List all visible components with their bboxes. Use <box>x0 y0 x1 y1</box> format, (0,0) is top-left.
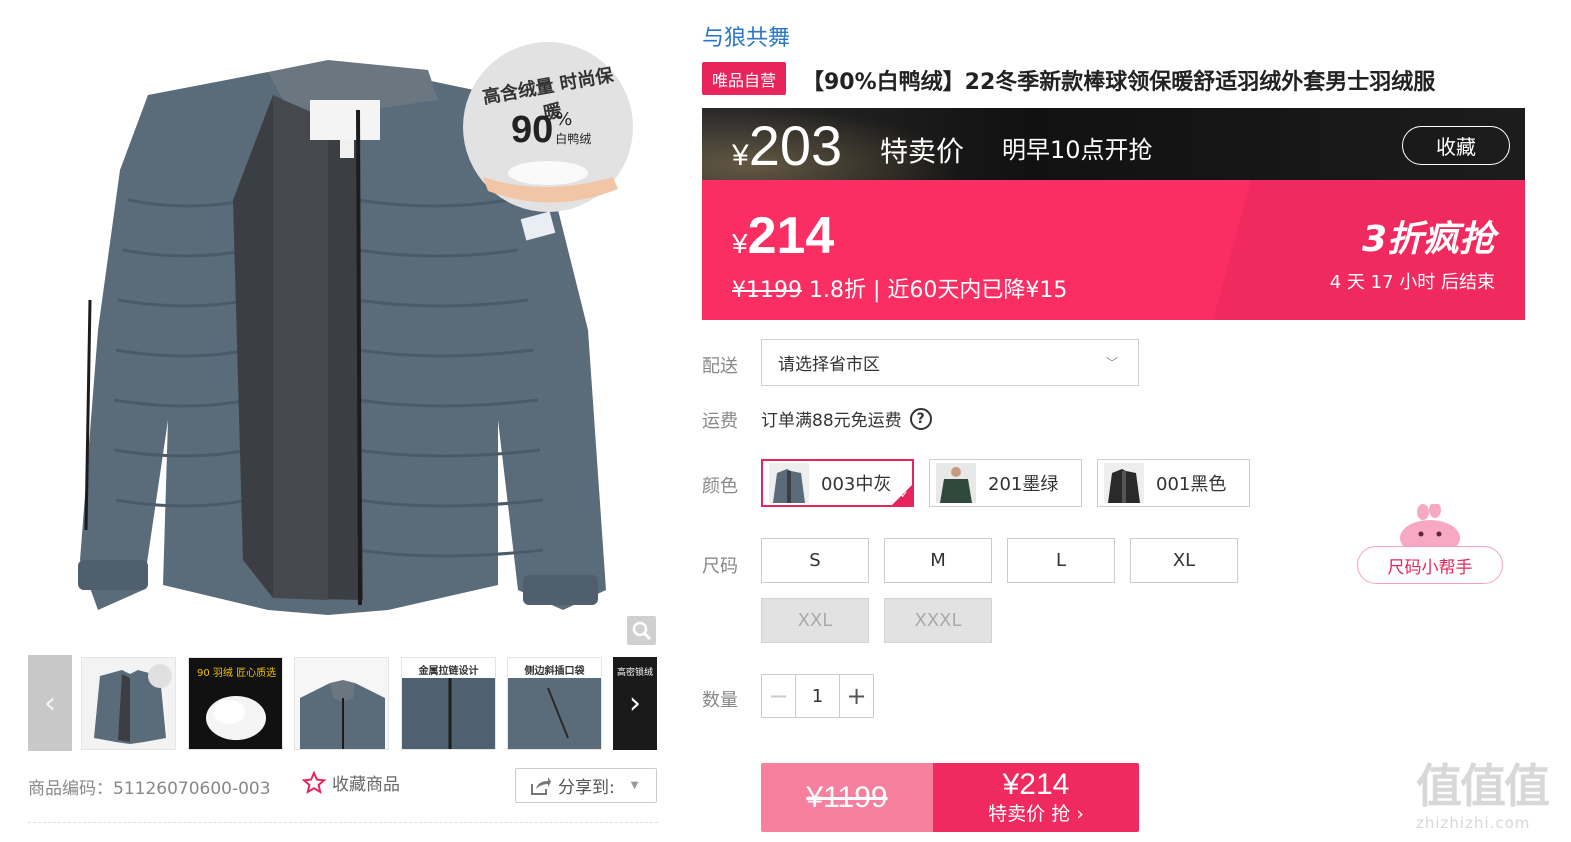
color-option-label: 003中灰 <box>821 474 892 495</box>
collect-button[interactable]: 收藏 <box>1402 126 1510 165</box>
zipper-image <box>402 678 495 749</box>
main-product-image[interactable]: 高含绒量 时尚保暖 90 % 白鸭绒 <box>28 0 658 650</box>
buy-now-button[interactable]: ¥214 特卖价 抢 › <box>933 763 1139 832</box>
thumbnail-strip: ‹ 90 羽绒 匠心质选 金属拉链设计 侧边斜插口袋 高密锁绒 › <box>28 655 658 751</box>
size-option-s[interactable]: S <box>761 538 869 583</box>
product-title: 【90%白鸭绒】22冬季新款棒球领保暖舒适羽绒外套男士羽绒服 <box>802 70 1436 95</box>
size-option-xxl: XXL <box>761 598 869 643</box>
quantity-label: 数量 <box>702 690 738 711</box>
product-gallery: 高含绒量 时尚保暖 90 % 白鸭绒 ‹ 90 羽绒 匠心质选 金属拉链设计 侧… <box>28 0 658 842</box>
sale-price-bar: ¥214 ¥1199 1.8折 | 近60天内已降¥15 3折疯抢 4 天 17… <box>702 180 1525 320</box>
currency-symbol: ¥ <box>732 228 748 259</box>
size-helper[interactable]: 尺码小帮手 <box>1357 504 1503 584</box>
presale-price-value: 203 <box>748 114 843 177</box>
thumbnail-prev-button[interactable]: ‹ <box>28 655 72 751</box>
sale-price-value: 214 <box>747 207 835 265</box>
thumbnail-5[interactable]: 侧边斜插口袋 <box>507 657 602 750</box>
color-label: 颜色 <box>702 476 738 497</box>
badge-percent: 90 <box>511 109 554 151</box>
color-option-label: 001黑色 <box>1156 474 1227 495</box>
site-watermark: 值值值 zhizhizhi.com <box>1416 758 1566 838</box>
buy-button[interactable]: ¥1199 ¥214 特卖价 抢 › <box>761 763 1139 832</box>
badge-percent-sign: % <box>555 109 573 130</box>
size-option-m[interactable]: M <box>884 538 992 583</box>
presale-price: ¥203 <box>732 116 842 180</box>
shipping-fee-text: 订单满88元免运费 <box>761 411 902 431</box>
selected-check-icon <box>891 484 913 506</box>
flash-sale-label: 3折疯抢 <box>1361 219 1495 260</box>
favorite-product-label: 收藏商品 <box>332 775 400 795</box>
price-history-note: | 近60天内已降¥15 <box>873 278 1068 303</box>
discount-rate: 1.8折 <box>809 278 866 303</box>
color-option-003[interactable]: 003中灰 <box>761 459 914 507</box>
badge-material: 白鸭绒 <box>555 132 592 146</box>
color-swatch-image <box>1104 463 1144 503</box>
thumbnail-caption: 侧边斜插口袋 <box>524 666 585 677</box>
quantity-decrement-button[interactable]: − <box>762 675 796 717</box>
fee-label: 运费 <box>702 411 738 432</box>
presale-start-time: 明早10点开抢 <box>1002 136 1153 164</box>
thumbnail-jacket-image <box>82 658 175 749</box>
feature-badge: 高含绒量 时尚保暖 90 % 白鸭绒 <box>463 42 633 212</box>
thumbnail-3[interactable] <box>294 657 389 750</box>
share-label: 分享到: <box>558 778 615 798</box>
star-icon <box>302 770 326 794</box>
watermark-url: zhizhizhi.com <box>1416 814 1531 832</box>
color-option-201[interactable]: 201墨绿 <box>929 459 1082 507</box>
hand-icon <box>483 161 618 203</box>
quantity-increment-button[interactable]: + <box>839 675 873 717</box>
presale-bar: ¥203 特卖价 明早10点开抢 收藏 <box>702 108 1525 180</box>
shipping-region-select[interactable]: 请选择省市区 ﹀ <box>761 339 1139 386</box>
magnifier-icon <box>632 621 651 640</box>
shipping-region-placeholder: 请选择省市区 <box>778 355 880 375</box>
color-swatch-image <box>769 463 809 503</box>
divider <box>28 822 658 823</box>
buy-action-label: 特卖价 抢 › <box>988 802 1084 825</box>
quantity-stepper: − 1 + <box>761 674 874 718</box>
thumbnail-caption: 高密锁绒 <box>617 668 654 678</box>
chevron-left-icon: ‹ <box>44 685 56 721</box>
vip-self-operated-badge: 唯品自营 <box>702 62 786 95</box>
watermark-logo: 值值值 <box>1416 759 1550 813</box>
currency-symbol: ¥ <box>732 139 749 172</box>
help-icon[interactable]: ? <box>909 407 932 430</box>
quantity-value[interactable]: 1 <box>796 675 839 717</box>
sale-countdown: 4 天 17 小时 后结束 <box>1329 272 1495 293</box>
thumbnail-caption: 金属拉链设计 <box>418 666 479 677</box>
thumbnail-2[interactable]: 90 羽绒 匠心质选 <box>188 657 283 750</box>
chevron-down-icon: ﹀ <box>1105 356 1118 370</box>
sku-code: 商品编码：51126070600-003 <box>28 779 271 799</box>
thumbnail-1[interactable] <box>81 657 176 750</box>
thumbnail-caption: 90 羽绒 匠心质选 <box>197 668 277 679</box>
share-icon <box>531 776 551 795</box>
brand-link[interactable]: 与狼共舞 <box>702 20 790 52</box>
shipping-label: 配送 <box>702 356 738 377</box>
buy-original-price: ¥1199 <box>761 763 933 832</box>
share-dropdown[interactable]: 分享到: ▼ <box>515 768 657 803</box>
size-option-xxxl: XXXL <box>884 598 992 643</box>
favorite-product-button[interactable]: 收藏商品 <box>302 770 400 795</box>
presale-label: 特卖价 <box>880 135 965 168</box>
shipping-fee-info: 订单满88元免运费 ? <box>761 406 932 431</box>
thumbnail-4[interactable]: 金属拉链设计 <box>401 657 496 750</box>
thumbnail-collar-image <box>300 680 385 749</box>
feather-image <box>206 696 266 740</box>
color-option-label: 201墨绿 <box>988 474 1059 495</box>
chevron-right-icon: › <box>629 686 641 721</box>
caret-down-icon: ▼ <box>630 780 639 791</box>
size-option-xl[interactable]: XL <box>1130 538 1238 583</box>
sale-price: ¥214 <box>732 206 834 274</box>
color-swatch-image <box>936 463 976 503</box>
sale-price-details: ¥1199 1.8折 | 近60天内已降¥15 <box>732 272 1067 304</box>
size-option-l[interactable]: L <box>1007 538 1115 583</box>
zoom-button[interactable] <box>627 616 656 645</box>
size-label: 尺码 <box>702 556 738 577</box>
buy-price: ¥214 <box>1002 767 1070 801</box>
original-price: ¥1199 <box>732 278 802 303</box>
size-helper-button[interactable]: 尺码小帮手 <box>1357 546 1503 584</box>
color-option-001[interactable]: 001黑色 <box>1097 459 1250 507</box>
thumbnail-next-button[interactable]: 高密锁绒 › <box>613 657 657 750</box>
pocket-image <box>508 678 601 749</box>
